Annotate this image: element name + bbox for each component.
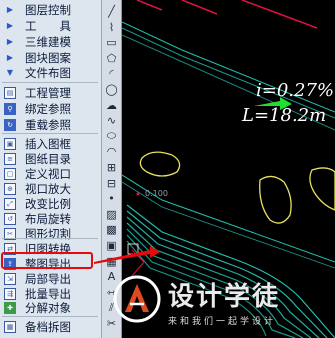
callout-arrow-icon (94, 246, 160, 264)
watermark-subtitle: 来和我们一起学设计 (168, 317, 277, 327)
watermark-title: 设计学徒 (168, 282, 281, 312)
watermark-logo-icon (113, 275, 161, 323)
cad-application: ▶ 图层控制 ▶ 工 具 ▶ 三维建模 ▶ 图块图案 ▼ 文件布图 ▤ 工程管理 ⚲ 绑定参照 ↻ 重载参照 ▣… (0, 0, 335, 338)
highlight-outline (1, 252, 93, 269)
watermark: 设计学徒 来和我们一起学设计 (112, 272, 335, 338)
